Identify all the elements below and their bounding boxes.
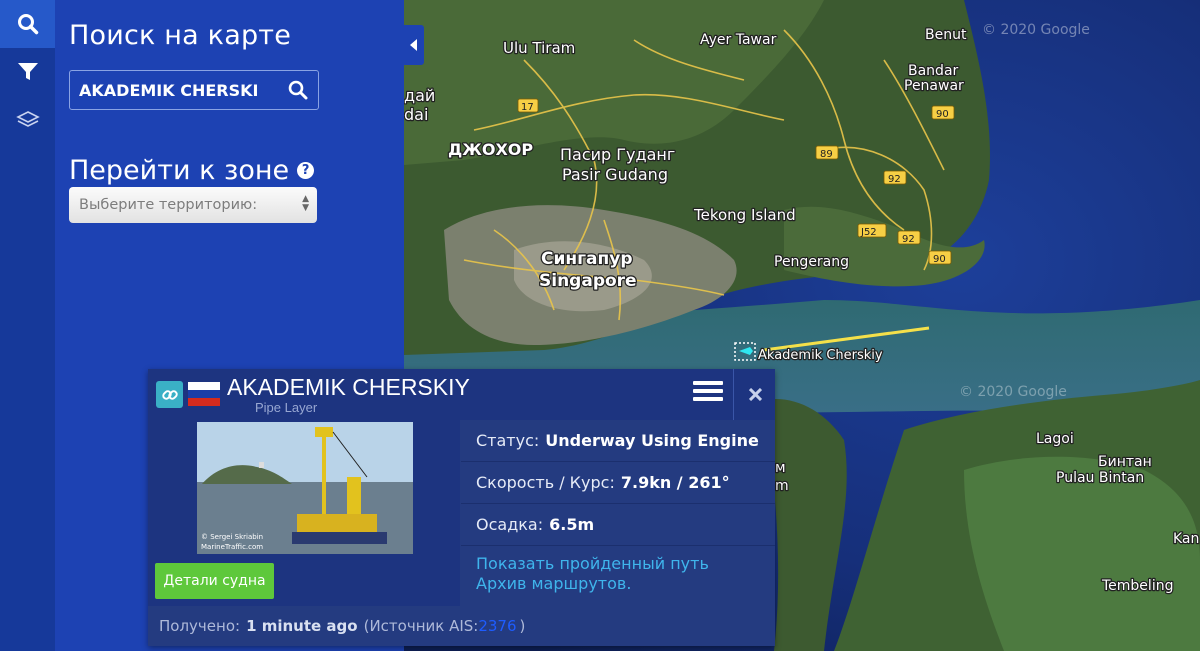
label-ayer-tawar: Ayer Tawar: [700, 32, 777, 48]
status-value: Underway Using Engine: [545, 431, 759, 450]
ais-source-label: (Источник AIS:: [363, 617, 479, 635]
hamburger-icon: [693, 381, 723, 385]
link-icon: [161, 389, 178, 400]
vessel-type: Pipe Layer: [255, 400, 318, 415]
select-arrows-icon: ▲ ▼: [302, 194, 309, 213]
ais-source-close: ): [519, 617, 526, 635]
status-label: Статус:: [476, 431, 540, 450]
svg-text:90: 90: [933, 254, 946, 265]
svg-text:90: 90: [936, 109, 949, 120]
photo-area: © Sergei Skriabin MarineTraffic.com Дета…: [148, 420, 460, 606]
left-toolbar: [0, 0, 55, 651]
popup-body: © Sergei Skriabin MarineTraffic.com Дета…: [148, 420, 775, 606]
google-watermark-1: © 2020 Google: [982, 22, 1090, 38]
close-button[interactable]: [733, 369, 776, 420]
road-shield-90a: 90: [931, 105, 955, 120]
road-shield-92b: 92: [897, 230, 921, 245]
hamburger-icon-bar: [693, 397, 723, 401]
road-shield-17: 17: [517, 98, 539, 113]
search-input[interactable]: [70, 79, 281, 101]
label-partial-m2: m: [775, 478, 789, 494]
territory-select[interactable]: Выберите территорию: ▲ ▼: [69, 187, 317, 223]
label-partial-1: дай: [404, 86, 435, 105]
label-lagoi: Lagoi: [1036, 431, 1074, 447]
hamburger-icon-bar: [693, 389, 723, 393]
vessel-details-button[interactable]: Детали судна: [155, 563, 274, 599]
search-icon: [17, 14, 38, 35]
help-icon[interactable]: ?: [297, 162, 315, 179]
label-ulu-tiram: Ulu Tiram: [503, 39, 575, 57]
chevron-left-icon: [410, 39, 417, 51]
status-row: Статус: Underway Using Engine: [461, 420, 775, 462]
label-partial-m: м: [775, 460, 786, 476]
label-singapore: Singapore: [539, 271, 637, 291]
popup-footer: Получено: 1 minute ago (Источник AIS: 237…: [148, 606, 775, 646]
road-shield-89: 89: [815, 145, 839, 160]
label-partial-2: dai: [404, 105, 428, 124]
svg-text:17: 17: [521, 102, 534, 113]
popup-links: Показать пройденный путь Архив маршрутов…: [461, 546, 775, 602]
road-shield-j52: J52: [857, 223, 887, 238]
photo-credit-1: © Sergei Skriabin: [201, 533, 263, 541]
filter-icon: [17, 63, 38, 80]
label-singapore-ru: Сингапур: [541, 249, 632, 269]
label-bandar: Bandar: [908, 63, 959, 79]
search-tool-button[interactable]: [0, 0, 55, 48]
vessel-photo[interactable]: © Sergei Skriabin MarineTraffic.com: [197, 422, 413, 554]
vessel-popup: AKADEMIK CHERSKIY Pipe Layer © Sergei Sk…: [148, 369, 775, 646]
label-bintan-ru: Бинтан: [1098, 454, 1152, 470]
layers-tool-button[interactable]: [0, 96, 55, 144]
menu-button[interactable]: [693, 381, 723, 407]
close-icon: [748, 388, 762, 401]
google-watermark-2: © 2020 Google: [959, 384, 1067, 400]
label-tekong: Tekong Island: [693, 206, 796, 224]
ais-source-link[interactable]: 2376: [478, 617, 516, 635]
svg-text:92: 92: [888, 174, 901, 185]
label-johor: ДЖОХОР: [448, 140, 533, 159]
label-pasir-gudang: Pasir Gudang: [562, 165, 668, 184]
label-pengerang: Pengerang: [774, 254, 849, 270]
collapse-panel-button[interactable]: [404, 25, 424, 65]
speed-row: Скорость / Курс: 7.9kn / 261°: [461, 462, 775, 504]
label-benut: Benut: [925, 27, 967, 43]
draught-row: Осадка: 6.5m: [461, 504, 775, 546]
label-pasir-gudang-ru: Пасир Гуданг: [560, 145, 675, 164]
photo-credit-2: MarineTraffic.com: [201, 543, 263, 551]
svg-text:89: 89: [820, 149, 833, 160]
draught-value: 6.5m: [549, 515, 595, 534]
received-value: 1 minute ago: [246, 617, 358, 635]
route-archive-link[interactable]: Архив маршрутов.: [476, 574, 760, 594]
label-tembeling: Tembeling: [1101, 578, 1173, 594]
label-bintan: Pulau Bintan: [1056, 470, 1144, 486]
territory-select-placeholder: Выберите территорию:: [79, 197, 258, 213]
speed-label: Скорость / Курс:: [476, 473, 615, 492]
show-track-link[interactable]: Показать пройденный путь: [476, 554, 760, 574]
layers-icon: [15, 111, 40, 127]
zone-title: Перейти к зоне ?: [69, 155, 315, 186]
speed-value: 7.9kn / 261°: [620, 473, 730, 492]
road-shield-90b: 90: [928, 250, 952, 265]
search-box: [69, 70, 319, 110]
road-shield-92a: 92: [883, 170, 907, 185]
popup-header: AKADEMIK CHERSKIY Pipe Layer: [148, 369, 775, 420]
search-submit-icon[interactable]: [288, 80, 308, 104]
filter-tool-button[interactable]: [0, 48, 55, 96]
vessel-info: Статус: Underway Using Engine Скорость / …: [461, 420, 775, 606]
draught-label: Осадка:: [476, 515, 544, 534]
label-penawar: Penawar: [904, 78, 964, 94]
search-title: Поиск на карте: [69, 20, 292, 51]
svg-text:J52: J52: [860, 227, 877, 238]
russia-flag-icon: [188, 382, 220, 406]
label-vessel-name: Akademik Cherskiy: [758, 348, 883, 363]
received-label: Получено:: [159, 617, 241, 635]
svg-text:92: 92: [902, 234, 915, 245]
zone-title-text: Перейти к зоне: [69, 155, 290, 186]
label-kan: Kan: [1173, 531, 1199, 547]
vessel-name: AKADEMIK CHERSKIY: [227, 374, 470, 400]
share-link-button[interactable]: [156, 381, 183, 408]
